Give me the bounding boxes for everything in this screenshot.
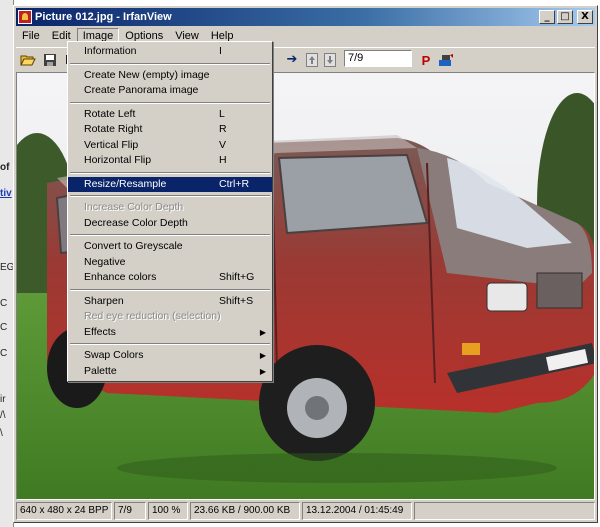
menu-item-shortcut: R <box>219 123 227 135</box>
menu-item-label: Information <box>84 45 137 57</box>
status-datetime: 13.12.2004 / 01:45:49 <box>302 502 412 520</box>
menu-item-resize-resample[interactable]: Resize/Resample Ctrl+R <box>68 176 272 192</box>
menu-item-increase-color-depth: Increase Color Depth <box>68 200 272 216</box>
menu-file[interactable]: File <box>16 28 46 44</box>
menu-item-label: Increase Color Depth <box>84 201 184 213</box>
status-zoom: 100 % <box>148 502 188 520</box>
menu-item-red-eye-reduction-selection: Red eye reduction (selection) <box>68 309 272 325</box>
status-bar: 640 x 480 x 24 BPP 7/9 100 % 23.66 KB / … <box>16 502 595 520</box>
menu-item-label: Decrease Color Depth <box>84 216 188 229</box>
menu-separator <box>68 169 272 177</box>
menu-item-shortcut: Shift+S <box>219 294 254 307</box>
menu-item-decrease-color-depth[interactable]: Decrease Color Depth <box>68 216 272 232</box>
close-button[interactable]: X <box>577 10 593 24</box>
status-filesize: 23.66 KB / 900.00 KB <box>190 502 300 520</box>
submenu-arrow-icon: ▶ <box>259 351 266 360</box>
menu-item-effects[interactable]: Effects ▶ <box>68 325 272 341</box>
menu-separator <box>68 340 272 348</box>
menu-separator <box>68 60 272 68</box>
bg-text-5: C <box>0 348 8 359</box>
menu-item-shortcut: Shift+G <box>219 271 255 283</box>
menu-item-horizontal-flip[interactable]: Horizontal Flip H <box>68 153 272 169</box>
menu-item-label: Resize/Resample <box>84 177 167 190</box>
menu-item-convert-to-greyscale[interactable]: Convert to Greyscale <box>68 239 272 255</box>
paint-button[interactable]: P <box>416 50 436 70</box>
window-title: Picture 012.jpg - IrfanView <box>35 11 172 23</box>
maximize-button[interactable]: □ <box>557 10 573 24</box>
menu-item-rotate-left[interactable]: Rotate Left L <box>68 107 272 123</box>
open-icon[interactable] <box>18 50 38 70</box>
image-menu-dropdown: Information I Create New (empty) image Crea… <box>67 41 273 382</box>
bg-link[interactable]: tiv <box>0 188 12 199</box>
menu-item-label: Rotate Right <box>84 123 143 135</box>
save-icon[interactable] <box>40 50 60 70</box>
prev-icon[interactable]: ➔ <box>282 50 302 70</box>
bg-text-6: ir <box>0 394 6 405</box>
menu-item-label: Red eye reduction (selection) <box>84 310 221 322</box>
menu-item-label: Create Panorama image <box>84 84 199 96</box>
bg-text-4: C <box>0 322 8 333</box>
menu-item-label: Swap Colors <box>84 349 144 361</box>
menu-item-label: Vertical Flip <box>84 138 139 151</box>
menu-separator <box>68 286 272 294</box>
title-bar[interactable]: Picture 012.jpg - IrfanView _ □ X <box>16 8 595 26</box>
menu-separator <box>68 231 272 239</box>
menu-separator <box>68 99 272 107</box>
menu-item-label: Rotate Left <box>84 107 136 120</box>
bg-text-1: of <box>0 162 10 173</box>
menu-item-label: Create New (empty) image <box>84 68 210 81</box>
bg-text-8: \ <box>0 428 3 439</box>
bg-text-7: /\ <box>0 410 6 421</box>
bg-text-3: C <box>0 298 8 309</box>
menu-separator <box>68 192 272 200</box>
status-empty <box>414 502 595 520</box>
menu-item-shortcut: Ctrl+R <box>219 177 250 190</box>
menu-item-label: Negative <box>84 255 126 268</box>
status-dimensions: 640 x 480 x 24 BPP <box>16 502 112 520</box>
irfanview-app-icon[interactable] <box>18 10 32 24</box>
menu-item-sharpen[interactable]: Sharpen Shift+S <box>68 294 272 310</box>
submenu-arrow-icon: ▶ <box>259 327 266 337</box>
menu-item-label: Palette <box>84 364 117 377</box>
status-index: 7/9 <box>114 502 146 520</box>
menu-item-label: Horizontal Flip <box>84 154 152 166</box>
menu-item-rotate-right[interactable]: Rotate Right R <box>68 122 272 138</box>
submenu-arrow-icon: ▶ <box>259 366 266 376</box>
menu-item-shortcut: I <box>219 45 222 57</box>
first-icon[interactable] <box>302 50 322 70</box>
last-icon[interactable] <box>320 50 340 70</box>
minimize-button[interactable]: _ <box>539 10 555 24</box>
menu-item-label: Sharpen <box>84 294 124 307</box>
menu-item-swap-colors[interactable]: Swap Colors ▶ <box>68 348 272 364</box>
menu-item-create-panorama-image[interactable]: Create Panorama image <box>68 83 272 99</box>
menu-item-negative[interactable]: Negative <box>68 255 272 271</box>
menu-item-label: Effects <box>84 325 116 338</box>
menu-item-label: Enhance colors <box>84 271 157 283</box>
exit-icon[interactable] <box>436 50 456 70</box>
menu-item-vertical-flip[interactable]: Vertical Flip V <box>68 138 272 154</box>
menu-item-label: Convert to Greyscale <box>84 240 183 252</box>
menu-item-shortcut: V <box>219 138 227 151</box>
page-number-field[interactable]: 7/9 <box>344 50 412 67</box>
menu-item-information[interactable]: Information I <box>68 44 272 60</box>
background-window: of tiv EG C C C ir /\ \ <box>0 0 14 527</box>
menu-item-create-new-empty-image[interactable]: Create New (empty) image <box>68 68 272 84</box>
menu-item-shortcut: L <box>219 107 225 120</box>
menu-item-shortcut: H <box>219 154 227 166</box>
menu-item-enhance-colors[interactable]: Enhance colors Shift+G <box>68 270 272 286</box>
menu-item-palette[interactable]: Palette ▶ <box>68 364 272 380</box>
